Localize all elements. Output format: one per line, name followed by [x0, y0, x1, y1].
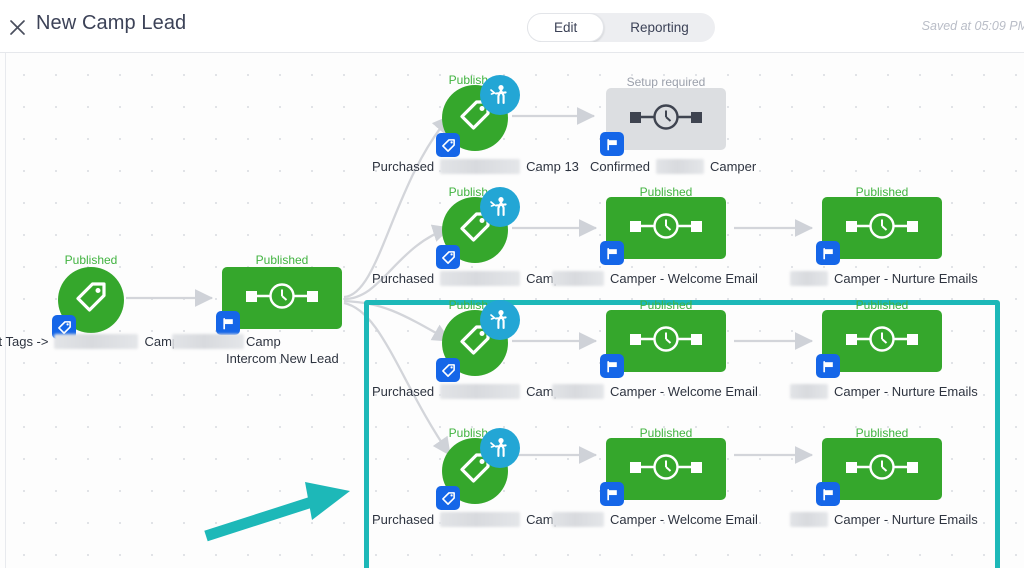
timer-icon — [623, 453, 709, 486]
status-badge: Published — [64, 253, 118, 267]
caption-prefix: Confirmed — [590, 159, 650, 174]
node-caption: Purchased Camp 13 — [372, 159, 579, 174]
walk-badge-icon — [480, 428, 520, 468]
close-icon — [9, 19, 26, 36]
saved-status: Saved at 05:09 PM — [921, 19, 1024, 33]
walk-badge-icon — [480, 187, 520, 227]
node-caption: Confirmed Camper — [590, 159, 756, 174]
caption-suffix: Camper - Nurture Emails — [834, 512, 978, 527]
timer-icon — [239, 282, 325, 315]
caption-suffix: Camper - Welcome Email — [610, 512, 758, 527]
node-caption: Camper - Nurture Emails — [790, 512, 978, 527]
timer-node-shape[interactable] — [222, 267, 342, 329]
caption-prefix: ct Tags -> — [0, 334, 49, 349]
node-caption: Camper - Nurture Emails — [790, 271, 978, 286]
timer-node-shape[interactable] — [822, 310, 942, 372]
flag-badge-icon — [816, 241, 840, 265]
redacted-value — [790, 384, 828, 399]
app-header: New Camp Lead Edit Reporting Saved at 05… — [0, 0, 1024, 53]
caption-suffix: Camper - Nurture Emails — [834, 271, 978, 286]
tab-reporting[interactable]: Reporting — [604, 13, 715, 42]
caption-suffix: Camp — [246, 334, 281, 349]
tag-badge-icon — [436, 133, 460, 157]
redacted-value — [790, 512, 828, 527]
redacted-value — [440, 384, 521, 399]
caption-suffix: Camper - Welcome Email — [610, 384, 758, 399]
timer-node-shape[interactable] — [606, 88, 726, 150]
flag-badge-icon — [600, 132, 624, 156]
page-title: New Camp Lead — [36, 12, 187, 34]
flag-badge-icon — [600, 241, 624, 265]
close-button[interactable] — [0, 13, 34, 41]
node-caption: Purchased Camp 16 — [372, 512, 579, 527]
node-caption-line2: Intercom New Lead — [226, 351, 339, 366]
caption-prefix: Purchased — [372, 271, 435, 286]
timer-icon — [839, 212, 925, 245]
redacted-value — [440, 159, 521, 174]
tag-icon — [73, 280, 109, 321]
node-caption: Camp — [172, 334, 281, 349]
redacted-value — [54, 334, 139, 349]
flag-badge-icon — [816, 482, 840, 506]
tag-badge-icon — [436, 358, 460, 382]
node-caption: Purchased Camp 14 — [372, 271, 579, 286]
node-caption: Camper - Welcome Email — [552, 271, 758, 286]
caption-prefix: Purchased — [372, 159, 435, 174]
status-badge: Published — [255, 253, 309, 267]
caption-suffix: Camp 13 — [526, 159, 579, 174]
node-caption: Camper - Nurture Emails — [790, 384, 978, 399]
tab-edit[interactable]: Edit — [527, 13, 605, 42]
automation-builder-window: New Camp Lead Edit Reporting Saved at 05… — [0, 0, 1024, 568]
annotation-arrow-icon — [204, 482, 350, 542]
node-caption: Purchased Camp 15 — [372, 384, 579, 399]
timer-node-shape[interactable] — [822, 438, 942, 500]
tag-badge-icon — [436, 486, 460, 510]
redacted-value — [440, 271, 521, 286]
walk-badge-icon — [480, 75, 520, 115]
node-caption: Camper - Welcome Email — [552, 512, 758, 527]
walk-badge-icon — [480, 300, 520, 340]
timer-icon — [839, 453, 925, 486]
redacted-value — [655, 159, 704, 174]
flag-badge-icon — [216, 311, 240, 335]
status-badge: Setup required — [626, 75, 706, 89]
timer-node-shape[interactable] — [822, 197, 942, 259]
caption-suffix: Camper - Welcome Email — [610, 271, 758, 286]
node-caption: Camper - Welcome Email — [552, 384, 758, 399]
redacted-value — [552, 512, 604, 527]
timer-icon — [623, 212, 709, 245]
tag-badge-icon — [436, 245, 460, 269]
flow-canvas[interactable]: Published ct Tags -> Camp Interest — [0, 53, 1024, 568]
timer-icon — [839, 325, 925, 358]
flag-badge-icon — [816, 354, 840, 378]
redacted-value — [172, 334, 244, 349]
redacted-value — [552, 271, 604, 286]
redacted-value — [790, 271, 828, 286]
caption-prefix: Purchased — [372, 384, 435, 399]
caption-suffix: Camper - Nurture Emails — [834, 384, 978, 399]
timer-icon — [623, 325, 709, 358]
timer-icon — [623, 103, 709, 136]
timer-node-shape[interactable] — [606, 197, 726, 259]
flag-badge-icon — [600, 482, 624, 506]
timer-node-shape[interactable] — [606, 438, 726, 500]
timer-node-shape[interactable] — [606, 310, 726, 372]
flag-badge-icon — [600, 354, 624, 378]
caption-suffix: Camper — [709, 159, 757, 174]
redacted-value — [440, 512, 521, 527]
caption-prefix: Purchased — [372, 512, 435, 527]
view-mode-toggle: Edit Reporting — [527, 13, 715, 42]
redacted-value — [552, 384, 604, 399]
